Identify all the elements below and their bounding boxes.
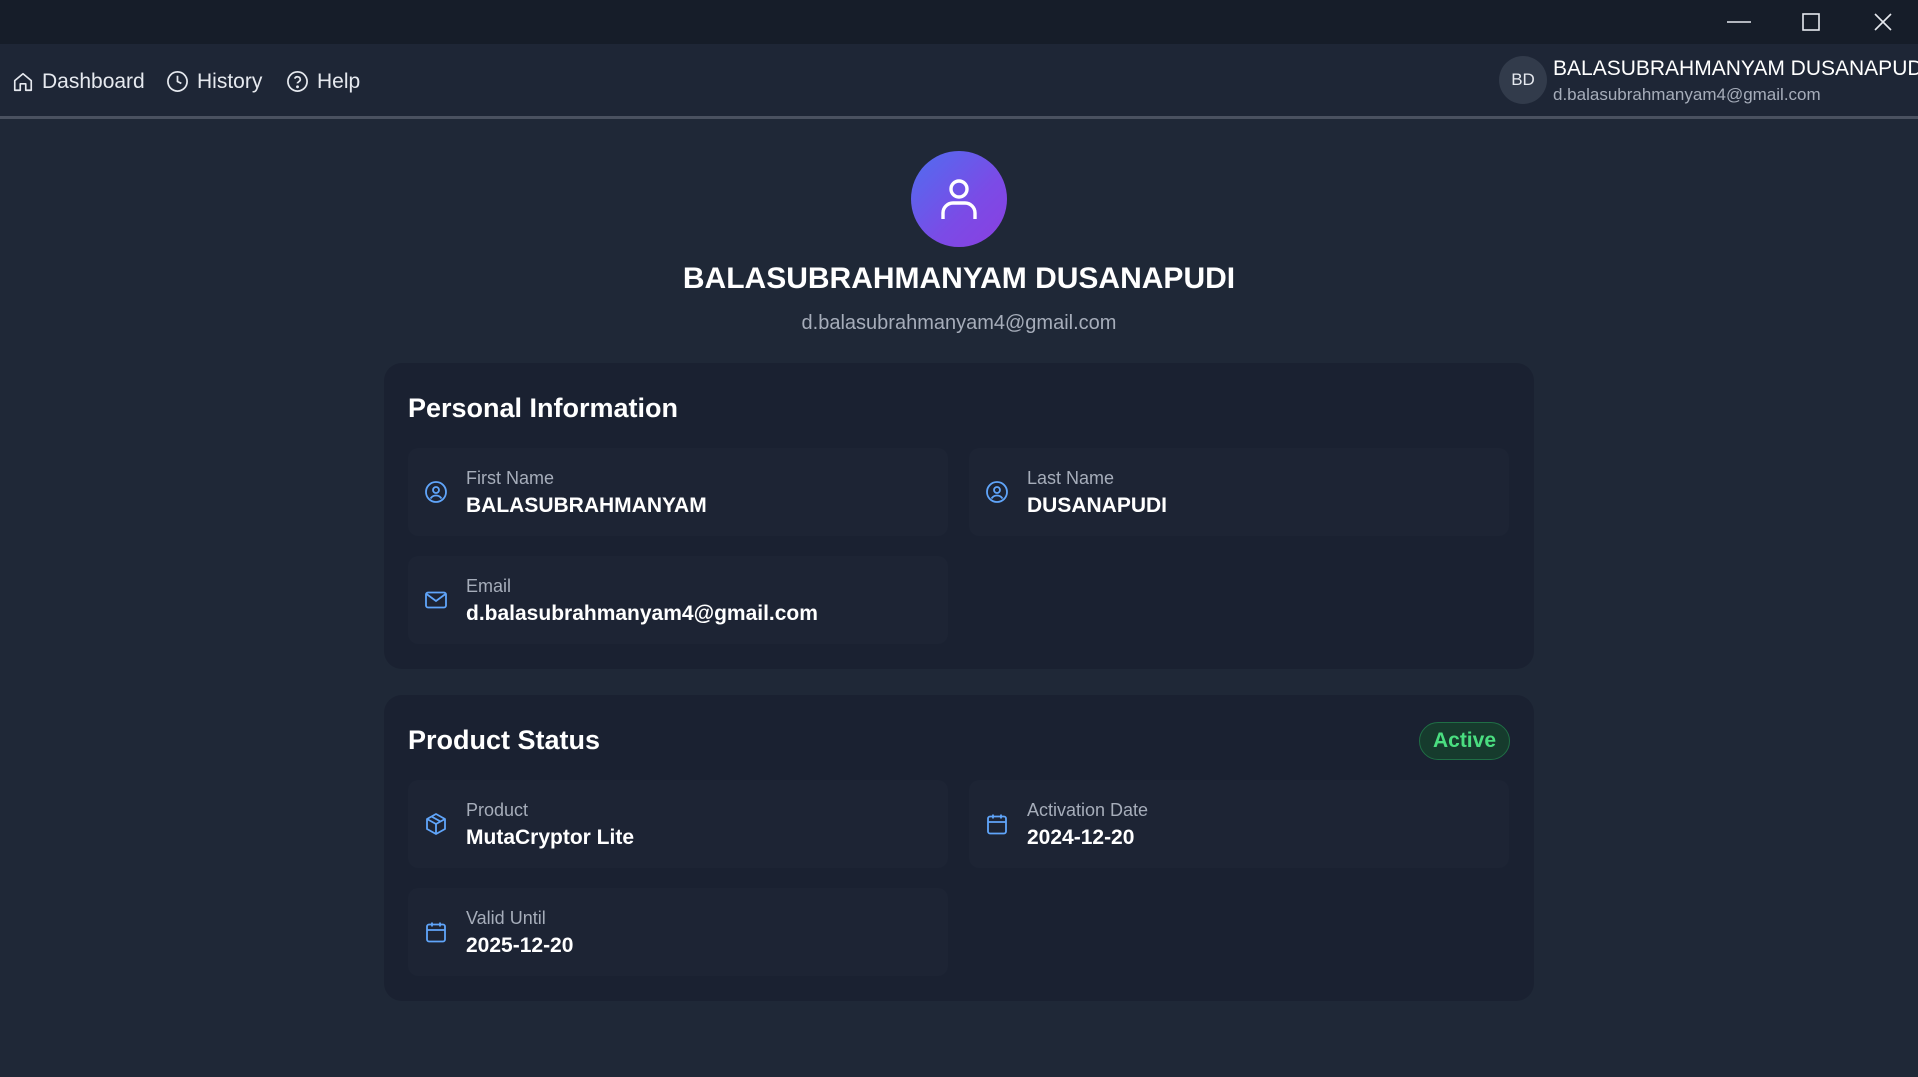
valid-until-value: 2025-12-20 bbox=[466, 934, 574, 957]
top-navbar: Dashboard History Help BD BALASUBRAHMANY… bbox=[0, 44, 1918, 119]
close-icon bbox=[1874, 13, 1892, 31]
activation-date-label: Activation Date bbox=[1027, 800, 1149, 820]
email-label: Email bbox=[466, 576, 512, 596]
maximize-button[interactable] bbox=[1775, 0, 1847, 44]
clock-icon bbox=[167, 71, 188, 92]
first-name-value: BALASUBRAHMANYAM bbox=[466, 494, 707, 517]
product-value: MutaCryptor Lite bbox=[466, 826, 634, 849]
maximize-icon bbox=[1802, 13, 1820, 31]
help-circle-icon bbox=[287, 71, 308, 92]
email-field: Email d.balasubrahmanyam4@gmail.com bbox=[408, 556, 948, 644]
personal-information-title: Personal Information bbox=[408, 393, 679, 423]
nav-item-history[interactable]: History bbox=[166, 44, 262, 119]
activation-date-value: 2024-12-20 bbox=[1027, 826, 1135, 849]
first-name-field: First Name BALASUBRAHMANYAM bbox=[408, 448, 948, 536]
nav-label-dashboard: Dashboard bbox=[42, 69, 145, 93]
nav-item-dashboard[interactable]: Dashboard bbox=[12, 44, 145, 119]
profile-email: d.balasubrahmanyam4@gmail.com bbox=[801, 312, 1117, 334]
user-email: d.balasubrahmanyam4@gmail.com bbox=[1553, 85, 1821, 104]
activation-date-field: Activation Date 2024-12-20 bbox=[969, 780, 1509, 868]
product-status-title: Product Status bbox=[408, 725, 601, 755]
product-status-card: Product Status Active Product MutaCrypto… bbox=[384, 695, 1534, 1001]
valid-until-label: Valid Until bbox=[466, 908, 546, 928]
home-icon bbox=[13, 72, 33, 91]
window-titlebar bbox=[0, 0, 1918, 44]
personal-information-card: Personal Information First Name BALASUBR… bbox=[384, 363, 1534, 669]
product-field: Product MutaCryptor Lite bbox=[408, 780, 948, 868]
valid-until-field: Valid Until 2025-12-20 bbox=[408, 888, 948, 976]
profile-avatar bbox=[911, 151, 1007, 247]
mail-icon bbox=[425, 591, 447, 609]
user-circle-icon bbox=[986, 481, 1008, 503]
status-badge: Active bbox=[1418, 722, 1510, 760]
close-button[interactable] bbox=[1847, 0, 1918, 44]
last-name-value: DUSANAPUDI bbox=[1027, 494, 1168, 517]
calendar-icon bbox=[426, 922, 446, 943]
calendar-icon bbox=[987, 814, 1007, 835]
minimize-button[interactable] bbox=[1703, 0, 1775, 44]
nav-item-help[interactable]: Help bbox=[286, 44, 360, 119]
nav-label-help: Help bbox=[317, 69, 361, 93]
profile-name: BALASUBRAHMANYAM DUSANAPUDI bbox=[682, 262, 1236, 295]
avatar[interactable]: BD bbox=[1499, 56, 1547, 104]
email-value: d.balasubrahmanyam4@gmail.com bbox=[466, 602, 818, 625]
user-icon bbox=[941, 179, 977, 219]
user-name: BALASUBRAHMANYAM DUSANAPUDI bbox=[1553, 57, 1918, 80]
package-icon bbox=[426, 813, 446, 835]
last-name-field: Last Name DUSANAPUDI bbox=[969, 448, 1509, 536]
user-circle-icon bbox=[425, 481, 447, 503]
product-label: Product bbox=[466, 800, 529, 820]
nav-label-history: History bbox=[197, 69, 263, 93]
first-name-label: First Name bbox=[466, 468, 555, 488]
minimize-icon bbox=[1727, 21, 1751, 23]
last-name-label: Last Name bbox=[1027, 468, 1115, 488]
